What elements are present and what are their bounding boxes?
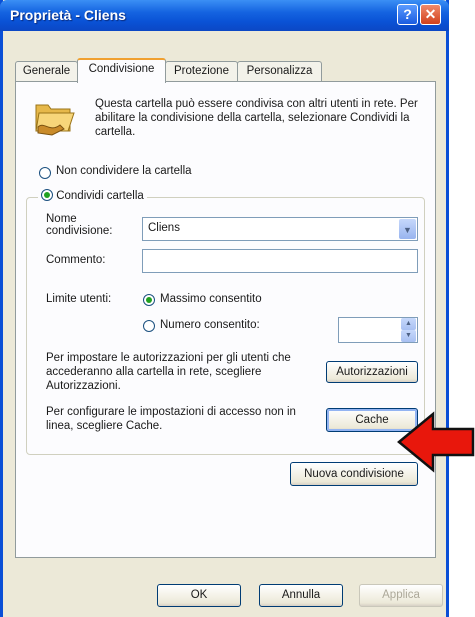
comment-input[interactable] [142, 249, 418, 273]
user-limit-label: Limite utenti: [46, 293, 112, 305]
chevron-down-icon[interactable]: ▼ [399, 219, 416, 239]
tab-personalizza[interactable]: Personalizza [237, 61, 322, 81]
shared-folder-icon [35, 104, 75, 136]
cache-text: Per configurare le impostazioni di acces… [46, 406, 296, 432]
share-name-value: Cliens [148, 222, 180, 234]
share-label[interactable]: Condividi cartella [56, 190, 144, 202]
sharing-panel: Questa cartella può essere condivisa con… [15, 81, 436, 558]
apply-button[interactable]: Applica [359, 584, 443, 607]
limit-number-label[interactable]: Numero consentito: [160, 319, 260, 331]
tab-generale[interactable]: Generale [15, 61, 78, 81]
spin-up-icon[interactable]: ▲ [401, 318, 416, 330]
share-name-label: Nome condivisione: [46, 213, 113, 237]
no-share-label[interactable]: Non condividere la cartella [56, 165, 192, 177]
properties-dialog: Proprietà - Cliens ? ✕ Generale Condivis… [0, 0, 449, 617]
comment-label: Commento: [46, 254, 106, 266]
sharing-info-text: Questa cartella può essere condivisa con… [95, 98, 418, 138]
tab-condivisione[interactable]: Condivisione [77, 58, 166, 83]
close-icon[interactable]: ✕ [420, 4, 441, 25]
share-name-combo[interactable]: Cliens ▼ [142, 217, 418, 241]
title-bar[interactable]: Proprietà - Cliens ? ✕ [0, 0, 449, 31]
limit-max-radio[interactable] [143, 294, 155, 306]
cancel-button[interactable]: Annulla [259, 584, 343, 607]
help-icon[interactable]: ? [397, 4, 418, 25]
share-radio[interactable] [41, 189, 53, 201]
ok-button[interactable]: OK [157, 584, 241, 607]
share-legend[interactable]: Condividi cartella [38, 189, 147, 205]
tab-protezione[interactable]: Protezione [165, 61, 238, 81]
no-share-radio[interactable] [39, 167, 51, 179]
limit-max-label[interactable]: Massimo consentito [160, 293, 262, 305]
window-title: Proprietà - Cliens [10, 7, 126, 23]
limit-number-spinner[interactable]: ▲ ▼ [338, 317, 418, 343]
limit-number-radio[interactable] [143, 320, 155, 332]
permissions-text: Per impostare le autorizzazioni per gli … [46, 352, 291, 392]
red-arrow-pointer [397, 411, 475, 473]
permissions-button[interactable]: Autorizzazioni [326, 361, 418, 383]
spin-down-icon[interactable]: ▼ [401, 330, 416, 342]
